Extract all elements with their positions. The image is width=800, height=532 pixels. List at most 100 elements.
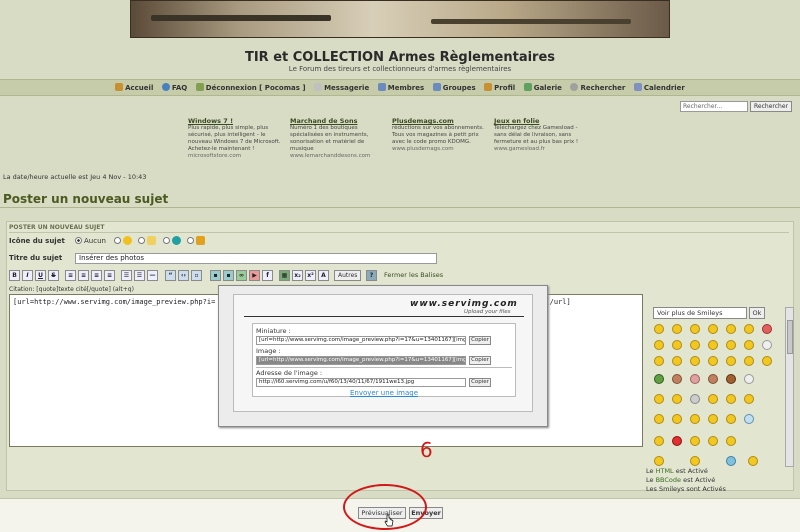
smiley-icon[interactable] [744,340,754,350]
smiley-icon[interactable] [672,356,682,366]
bold-button[interactable]: B [9,270,20,281]
smiley-icon[interactable] [726,340,736,350]
upload-image-link[interactable]: Envoyer une image [252,389,516,397]
smiley-icon[interactable] [708,436,718,446]
search-input[interactable]: Rechercher... [680,101,748,112]
host-image-icon[interactable]: ▪ [223,270,234,281]
ad-title[interactable]: Windows 7 ! [188,118,284,125]
smiley-icon[interactable] [672,436,682,446]
link-icon[interactable]: ∞ [236,270,247,281]
ad-item[interactable]: Plusdemags.com réductions sur vos abonne… [392,118,488,153]
topic-icon-radio[interactable] [162,237,170,244]
spoiler-icon[interactable]: ▫ [191,270,202,281]
smiley-icon[interactable] [690,374,700,384]
smiley-icon[interactable] [654,436,664,446]
image-icon[interactable]: ▪ [210,270,221,281]
smiley-icon[interactable] [726,414,736,424]
ad-item[interactable]: Windows 7 ! Plus rapide, plus simple, pl… [188,118,284,160]
smiley-icon[interactable] [690,324,700,334]
nav-groupes[interactable]: Groupes [432,80,476,96]
help-icon[interactable]: ? [366,270,377,281]
smiley-icon[interactable] [672,324,682,334]
ad-title[interactable]: Plusdemags.com [392,118,488,125]
smiley-icon[interactable] [672,414,682,424]
nav-galerie[interactable]: Galerie [523,80,562,96]
nav-rechercher[interactable]: Rechercher [570,80,625,96]
smiley-icon[interactable] [690,414,700,424]
address-input[interactable]: http://i60.servimg.com/u/f60/13/40/11/67… [256,378,466,387]
topic-icon-radio[interactable] [114,237,122,244]
smiley-select[interactable]: Voir plus de Smileys [653,307,747,319]
smiley-icon[interactable] [762,340,772,350]
nav-profil[interactable]: Profil [484,80,515,96]
smiley-icon[interactable] [654,324,664,334]
smiley-icon[interactable] [744,324,754,334]
copy-address-button[interactable]: Copier [469,378,491,387]
smiley-icon[interactable] [654,340,664,350]
topic-icon-radio[interactable] [186,237,194,244]
smiley-icon[interactable] [744,356,754,366]
table-icon[interactable]: ▦ [279,270,290,281]
flash-icon[interactable]: f [262,270,273,281]
ad-url[interactable]: www.plusdemags.com [392,146,488,153]
smiley-icon[interactable] [726,324,736,334]
strike-button[interactable]: S [48,270,59,281]
superscript-icon[interactable]: x² [305,270,316,281]
ad-url[interactable]: www.lemarchanddesons.com [290,153,386,160]
copy-image-button[interactable]: Copier [469,356,491,365]
smiley-icon[interactable] [726,456,736,466]
nav-calendrier[interactable]: Calendrier [633,80,685,96]
topic-icon-radio-none[interactable] [75,237,82,244]
subscript-icon[interactable]: x₂ [292,270,303,281]
ad-url[interactable]: www.gamesload.fr [494,146,590,153]
smiley-icon[interactable] [654,414,664,424]
smiley-icon[interactable] [726,374,736,384]
align-center-icon[interactable]: ≡ [78,270,89,281]
miniature-code-input[interactable]: [url=http://www.servimg.com/image_previe… [256,336,466,345]
smiley-icon[interactable] [654,356,664,366]
search-button[interactable]: Rechercher [750,101,792,112]
topic-icon-radio[interactable] [138,237,146,244]
numbered-list-icon[interactable]: ☰ [134,270,145,281]
smiley-icon[interactable] [654,374,664,384]
smiley-icon[interactable] [690,356,700,366]
smiley-ok-button[interactable]: Ok [749,307,765,319]
smiley-icon[interactable] [708,324,718,334]
ad-title[interactable]: Jeux en folie [494,118,590,125]
nav-messagerie[interactable]: Messagerie [314,80,369,96]
smiley-icon[interactable] [690,340,700,350]
ad-url[interactable]: microsoftstore.com [188,153,284,160]
nav-deconnexion[interactable]: Déconnexion [ Pocomas ] [195,80,306,96]
nav-faq[interactable]: FAQ [161,80,187,96]
underline-button[interactable]: U [35,270,46,281]
smiley-icon[interactable] [672,374,682,384]
smiley-scrollbar[interactable] [785,307,794,467]
smiley-icon[interactable] [690,394,700,404]
smiley-icon[interactable] [744,374,754,384]
scrollbar-thumb[interactable] [787,320,793,354]
smiley-icon[interactable] [654,394,664,404]
smiley-icon[interactable] [708,374,718,384]
smiley-icon[interactable] [726,394,736,404]
copy-miniature-button[interactable]: Copier [469,336,491,345]
smiley-icon[interactable] [748,456,758,466]
smiley-icon[interactable] [744,394,754,404]
smiley-icon[interactable] [762,356,772,366]
font-size-icon[interactable]: A [318,270,329,281]
smiley-icon[interactable] [762,324,772,334]
ad-item[interactable]: Jeux en folie Téléchargez chez Gamesload… [494,118,590,153]
nav-membres[interactable]: Membres [377,80,424,96]
smiley-icon[interactable] [708,340,718,350]
code-icon[interactable]: ‹› [178,270,189,281]
smiley-icon[interactable] [672,340,682,350]
close-tags-link[interactable]: Fermer les Balises [384,271,443,279]
smiley-icon[interactable] [744,414,754,424]
quote-icon[interactable]: “ [165,270,176,281]
smiley-icon[interactable] [690,436,700,446]
ad-item[interactable]: Marchand de Sons Numéro 1 des boutiques … [290,118,386,160]
smiley-icon[interactable] [726,356,736,366]
smiley-icon[interactable] [708,394,718,404]
video-icon[interactable]: ▶ [249,270,260,281]
hr-icon[interactable]: — [147,270,158,281]
align-left-icon[interactable]: ≡ [65,270,76,281]
